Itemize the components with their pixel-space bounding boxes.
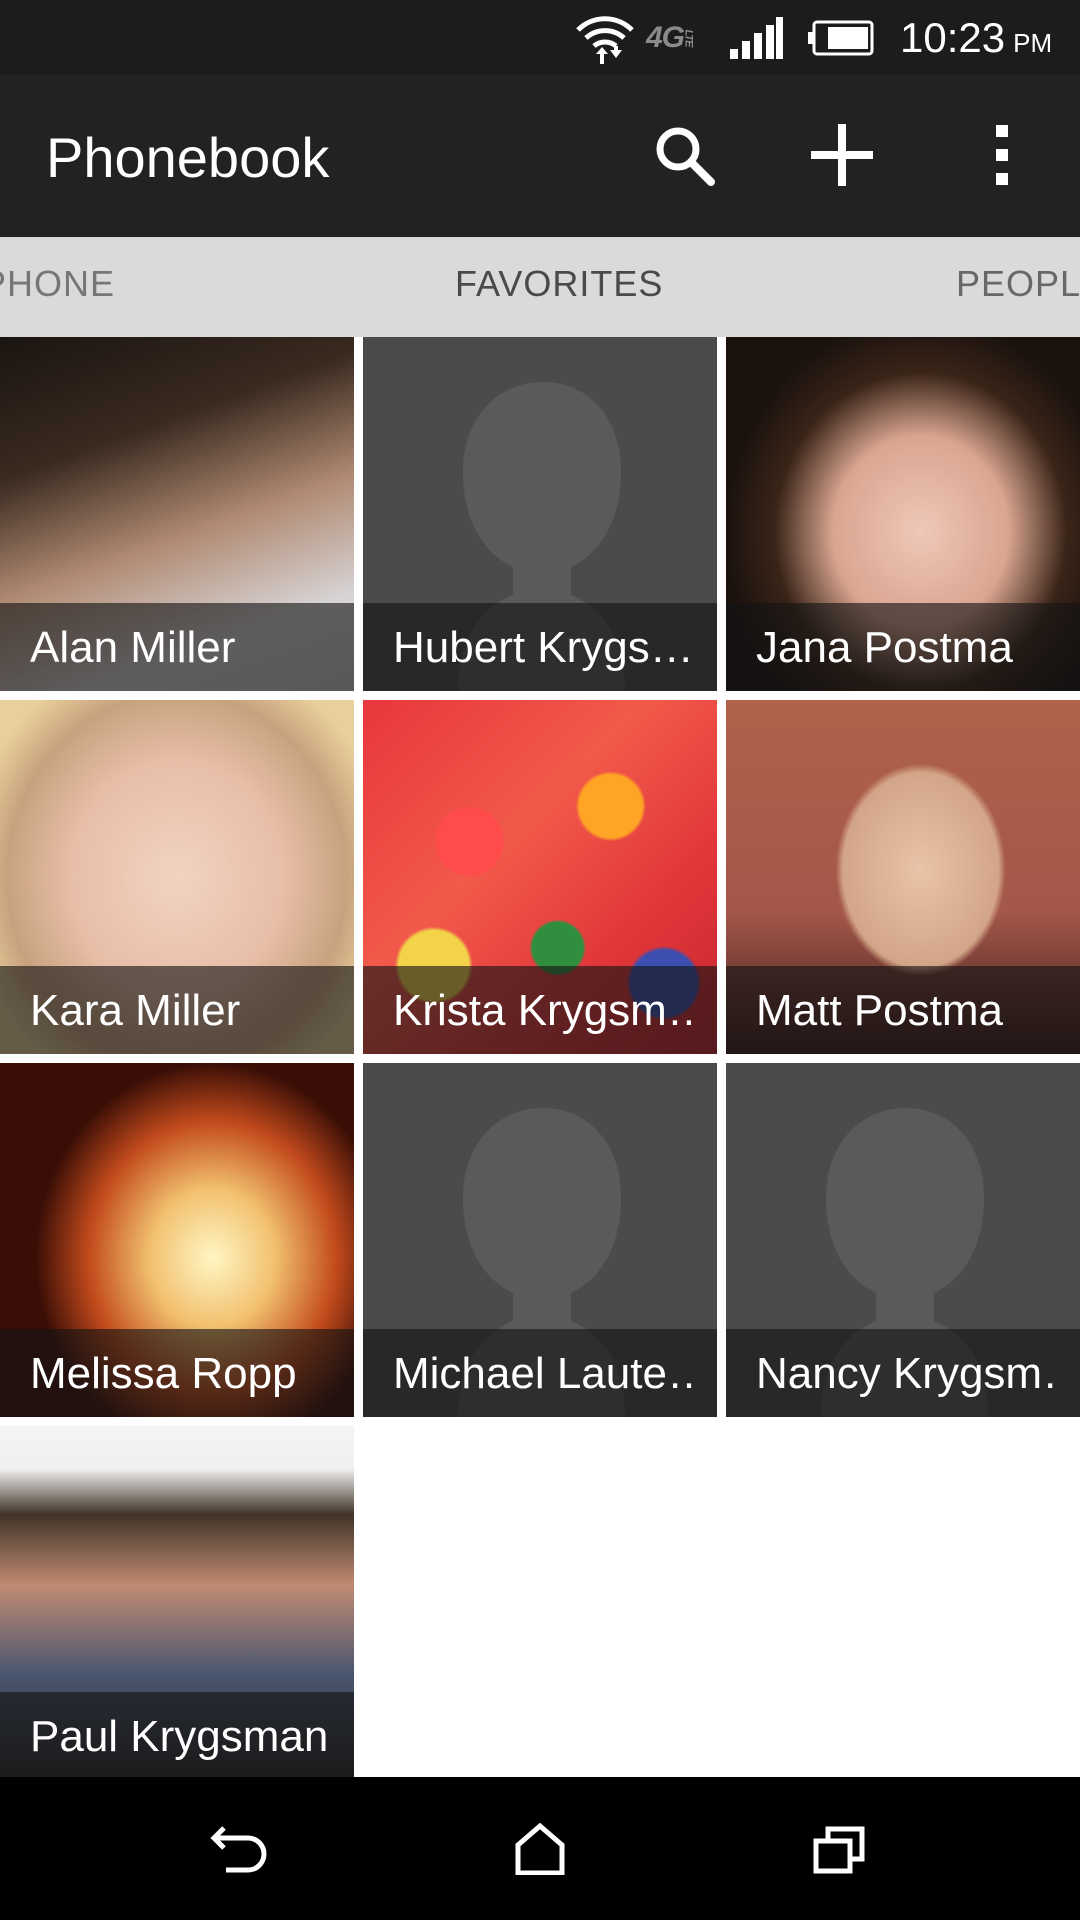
favorite-contact-tile[interactable]: Matt Postma (726, 700, 1080, 1054)
contact-name: Paul Krygsman (30, 1712, 329, 1761)
back-button[interactable] (180, 1799, 300, 1899)
search-button[interactable] (634, 105, 734, 205)
recent-apps-button[interactable] (780, 1799, 900, 1899)
contact-name: Krista Krygsm… (393, 986, 697, 1035)
contact-name: Michael Laute… (393, 1349, 697, 1398)
home-icon (515, 1823, 565, 1875)
contact-name: Alan Miller (30, 623, 236, 672)
network-type-indicator: 4G LTE (646, 8, 718, 68)
action-bar: Phonebook (0, 75, 1080, 237)
battery-icon (806, 8, 876, 68)
page-title: Phonebook (46, 126, 330, 189)
favorite-contact-tile[interactable]: Paul Krygsman (0, 1426, 354, 1780)
overflow-menu-button[interactable] (952, 105, 1052, 205)
contact-name: Hubert Krygs… (393, 623, 694, 672)
status-bar: 4G LTE 10:23 PM (0, 0, 1080, 75)
navigation-bar (0, 1777, 1080, 1920)
clock: 10:23 PM (900, 8, 1070, 68)
back-icon (210, 1826, 267, 1873)
clock-ampm: PM (1013, 27, 1053, 58)
network-subtype-label: LTE (682, 29, 695, 47)
favorite-contact-tile[interactable]: Melissa Ropp (0, 1063, 354, 1417)
contact-name: Nancy Krygsm… (756, 1349, 1060, 1398)
tab-favorites[interactable]: FAVORITES (455, 263, 663, 305)
contact-name: Kara Miller (30, 986, 241, 1035)
contact-name: Jana Postma (756, 623, 1013, 672)
favorite-contact-tile[interactable]: Jana Postma (726, 337, 1080, 691)
favorite-contact-tile[interactable]: Kara Miller (0, 700, 354, 1054)
add-icon (811, 124, 873, 186)
favorite-contact-tile[interactable]: Hubert Krygs… (363, 337, 717, 691)
contact-name: Matt Postma (756, 986, 1003, 1035)
tab-people[interactable]: PEOPLE (956, 263, 1080, 305)
tab-strip: PHONE FAVORITES PEOPLE (0, 237, 1080, 337)
overflow-menu-icon (996, 125, 1008, 185)
signal-icon (728, 8, 788, 68)
favorite-contact-tile[interactable]: Alan Miller (0, 337, 354, 691)
wifi-icon (574, 8, 640, 68)
clock-time: 10:23 (900, 14, 1006, 61)
favorite-contact-tile[interactable]: Krista Krygsm… (363, 700, 717, 1054)
network-type-label: 4G (646, 21, 685, 54)
contact-name: Melissa Ropp (30, 1349, 297, 1398)
recent-apps-icon (813, 1826, 865, 1874)
search-icon (656, 127, 715, 186)
favorites-grid: Alan Miller Hubert Krygs… Jana Postma Ka… (0, 337, 1080, 1780)
add-contact-button[interactable] (792, 105, 892, 205)
favorite-contact-tile[interactable]: Michael Laute… (363, 1063, 717, 1417)
favorite-contact-tile[interactable]: Nancy Krygsm… (726, 1063, 1080, 1417)
home-button[interactable] (480, 1799, 600, 1899)
tab-phone[interactable]: PHONE (0, 263, 115, 305)
